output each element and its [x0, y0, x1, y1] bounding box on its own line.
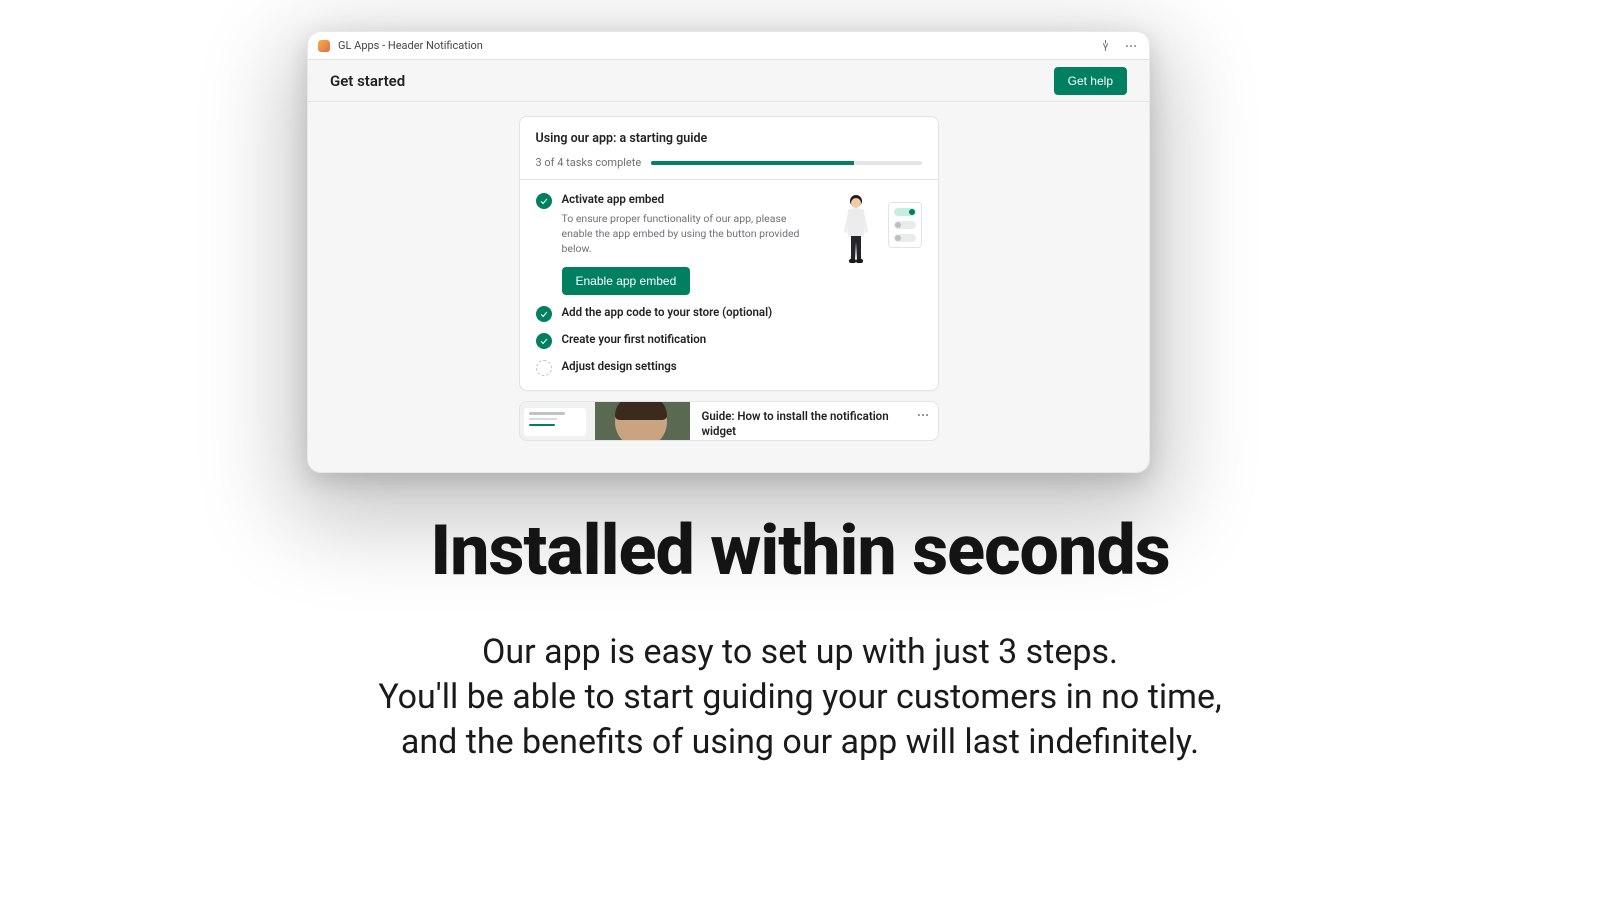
task-title: Activate app embed — [562, 192, 816, 206]
progress-row: 3 of 4 tasks complete — [536, 156, 922, 169]
check-incomplete-icon — [536, 360, 552, 376]
onboarding-card: Using our app: a starting guide 3 of 4 t… — [519, 116, 939, 391]
task-add-app-code[interactable]: Add the app code to your store (optional… — [536, 305, 922, 322]
task-list: Activate app embed To ensure proper func… — [520, 180, 938, 390]
task-title: Create your first notification — [562, 332, 922, 346]
progress-label: 3 of 4 tasks complete — [536, 156, 642, 169]
thumb-overlay — [524, 408, 586, 436]
pin-icon[interactable] — [1097, 38, 1113, 54]
window-title: GL Apps - Header Notification — [338, 39, 483, 52]
hero-title: Installed within seconds — [0, 510, 1600, 592]
content-area: Using our app: a starting guide 3 of 4 t… — [308, 102, 1149, 441]
task-title: Adjust design settings — [562, 359, 922, 373]
task-illustration — [826, 192, 922, 266]
guide-more-icon[interactable] — [908, 402, 938, 440]
hero-body: Our app is easy to set up with just 3 st… — [0, 630, 1600, 765]
check-complete-icon — [536, 306, 552, 322]
enable-app-embed-button[interactable]: Enable app embed — [562, 267, 691, 295]
hero-line-3: and the benefits of using our app will l… — [0, 720, 1600, 765]
task-create-notification[interactable]: Create your first notification — [536, 332, 922, 349]
hero-line-2: You'll be able to start guiding your cus… — [0, 675, 1600, 720]
app-window: GL Apps - Header Notification Get starte… — [307, 31, 1150, 473]
hero-section: Installed within seconds Our app is easy… — [0, 510, 1600, 765]
check-complete-icon — [536, 333, 552, 349]
task-title: Add the app code to your store (optional… — [562, 305, 922, 319]
page-title: Get started — [330, 72, 405, 90]
onboarding-title: Using our app: a starting guide — [536, 131, 922, 146]
hero-line-1: Our app is easy to set up with just 3 st… — [0, 630, 1600, 675]
progress-fill — [651, 161, 854, 165]
more-icon[interactable] — [1123, 38, 1139, 54]
page-header: Get started Get help — [308, 60, 1149, 102]
get-help-button[interactable]: Get help — [1054, 67, 1127, 95]
app-icon — [318, 40, 330, 52]
check-complete-icon — [536, 193, 552, 209]
task-activate-embed[interactable]: Activate app embed To ensure proper func… — [536, 192, 922, 295]
install-guide-card[interactable]: Guide: How to install the notification w… — [519, 401, 939, 441]
task-desc: To ensure proper functionality of our ap… — [562, 211, 812, 257]
progress-bar — [651, 161, 921, 165]
guide-card-title: Guide: How to install the notification w… — [702, 409, 898, 439]
titlebar: GL Apps - Header Notification — [308, 32, 1149, 60]
guide-thumbnail — [520, 402, 690, 440]
task-adjust-design[interactable]: Adjust design settings — [536, 359, 922, 376]
toggle-illustration — [888, 202, 922, 248]
